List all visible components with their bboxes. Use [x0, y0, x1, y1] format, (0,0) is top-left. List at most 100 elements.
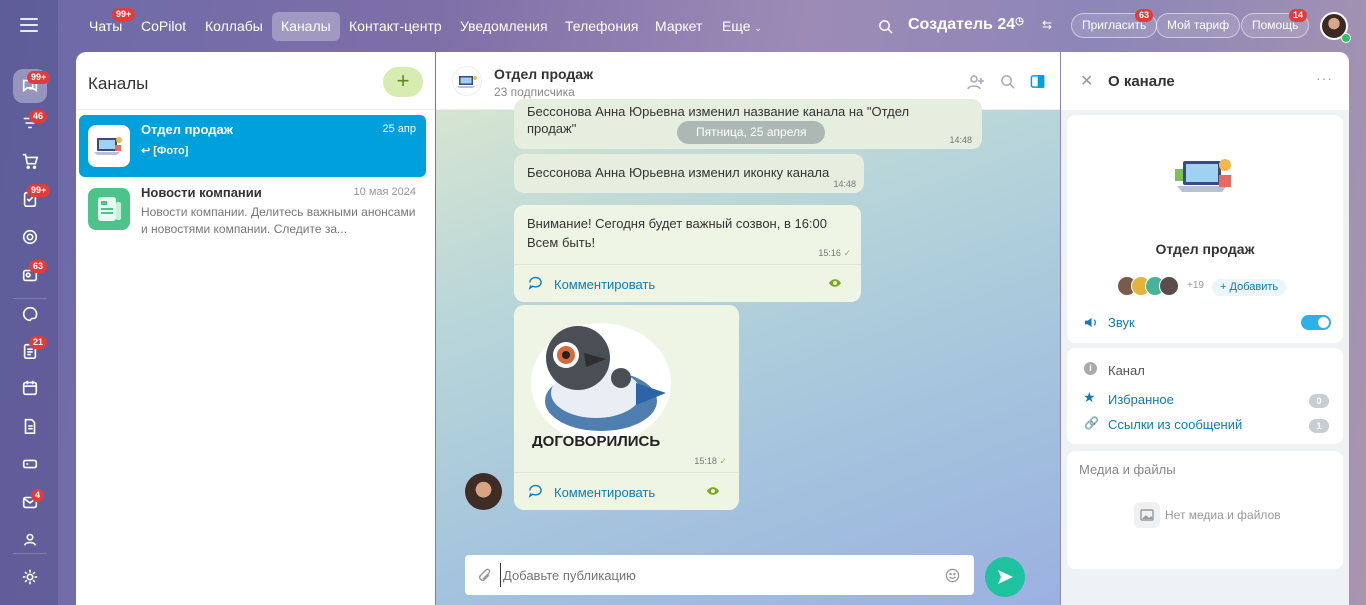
channel-avatar	[88, 188, 130, 230]
laptop-illustration-icon	[457, 76, 477, 88]
date-pill: Пятница, 25 апреля	[677, 121, 826, 144]
nav-market[interactable]: Маркет	[646, 12, 711, 41]
nav-more[interactable]: Еще ⌄	[713, 12, 771, 41]
rail-settings[interactable]	[13, 560, 47, 594]
nav-copilot[interactable]: CoPilot	[132, 12, 195, 41]
rail-team[interactable]	[13, 522, 47, 556]
system-message: Бессонова Анна Юрьевна изменил иконку ка…	[514, 154, 864, 193]
message-time: 14:48	[833, 179, 856, 189]
nav-channels[interactable]: Каналы	[272, 12, 340, 41]
author-avatar[interactable]	[465, 473, 502, 510]
channel-preview: ↩ [Фото]	[141, 143, 419, 160]
rail-crm[interactable]: 63	[13, 258, 48, 292]
rail-mail[interactable]: 4	[13, 485, 47, 519]
rail-badge: 99+	[27, 71, 51, 84]
chat-title: Отдел продаж	[494, 66, 593, 82]
cart-icon	[22, 153, 39, 170]
search-icon[interactable]	[1000, 74, 1015, 89]
info-title: О канале	[1108, 73, 1175, 90]
rail-tasks[interactable]: 99+	[13, 182, 51, 216]
brand-number: 24	[997, 16, 1016, 33]
channel-avatar	[88, 125, 130, 167]
channel-name: Новости компании	[141, 185, 262, 200]
rail-files[interactable]	[13, 409, 47, 443]
message-time: 15:18 ✓	[694, 456, 727, 467]
menu-icon[interactable]	[20, 18, 38, 32]
gear-icon	[22, 569, 38, 585]
nav-telephony[interactable]: Телефония	[556, 12, 647, 41]
team-icon	[23, 533, 37, 546]
nav-collabs[interactable]: Коллабы	[196, 12, 272, 41]
palette-icon	[22, 306, 38, 322]
channel-item-sales[interactable]: Отдел продаж 25 апр ↩ [Фото]	[79, 115, 426, 177]
emoji-icon[interactable]	[945, 568, 960, 583]
channel-preview-text: [Фото]	[153, 145, 189, 157]
search-icon[interactable]	[878, 19, 893, 34]
channel-name: Отдел продаж	[141, 122, 233, 137]
favorites-link[interactable]: Избранное	[1108, 392, 1174, 407]
message-line: Внимание! Сегодня будет важный созвон, в…	[527, 216, 828, 231]
channel-list-title: Каналы	[88, 74, 149, 93]
plus-icon: +	[1220, 281, 1227, 293]
add-user-icon[interactable]	[967, 74, 985, 90]
brand-logo: Создатель 24◷	[908, 16, 1024, 34]
composer-input[interactable]	[500, 563, 930, 587]
laptop-illustration-icon	[94, 137, 122, 155]
top-nav: Чаты 99+ CoPilot Коллабы Каналы Контакт-…	[58, 0, 1366, 52]
rail-target[interactable]	[13, 220, 47, 254]
sticker-message: ДОГОВОРИЛИСЬ 15:18 ✓ Комментировать	[514, 305, 739, 510]
avatar	[1159, 276, 1179, 296]
channel-item-news[interactable]: Новости компании 10 мая 2024 Новости ком…	[79, 178, 426, 240]
nav-label: Контакт-центр	[349, 18, 442, 34]
channel-date: 25 апр	[382, 123, 416, 135]
swap-icon[interactable]: ⇆	[1042, 18, 1052, 32]
members-more-count: +19	[1187, 280, 1204, 291]
link-icon: 🔗	[1084, 416, 1099, 430]
send-icon	[998, 570, 1013, 584]
rail-drive[interactable]	[13, 447, 47, 481]
media-card: Медиа и файлы Нет медиа и файлов	[1067, 451, 1343, 569]
brand-text: Создатель	[908, 16, 993, 33]
more-icon[interactable]: ···	[1316, 70, 1333, 86]
paperclip-icon[interactable]	[478, 568, 492, 583]
channel-info-panel: ✕ О канале ··· Отдел продаж +19 + Добави…	[1061, 52, 1349, 605]
channel-links-card: i Канал ★ Избранное 0 🔗 Ссылки из сообще…	[1067, 348, 1343, 444]
channel-date: 10 мая 2024	[353, 186, 416, 198]
left-rail: 99+ 46 99+ 63 21 4	[0, 0, 58, 605]
nav-notifications[interactable]: Уведомления	[451, 12, 557, 41]
close-icon[interactable]: ✕	[1080, 71, 1093, 91]
rail-palette[interactable]	[13, 297, 47, 331]
tariff-button[interactable]: Мой тариф	[1156, 13, 1241, 38]
rail-feed[interactable]: 46	[13, 106, 48, 140]
star-icon: ★	[1083, 389, 1096, 405]
message-time: 15:16 ✓	[818, 248, 851, 259]
reply-icon: ↩	[141, 145, 151, 157]
comment-button[interactable]: Комментировать	[514, 264, 861, 302]
sidebar-toggle-icon[interactable]	[1030, 74, 1045, 89]
sound-toggle[interactable]	[1301, 315, 1331, 330]
comment-button[interactable]: Комментировать	[514, 472, 739, 510]
rail-calendar[interactable]	[13, 371, 47, 405]
rail-chats[interactable]: 99+	[13, 69, 51, 103]
add-channel-button[interactable]: +	[383, 67, 423, 97]
speaker-icon	[1085, 317, 1096, 328]
message-time-text: 15:18	[694, 456, 717, 466]
nav-label: Еще	[722, 18, 751, 34]
comment-label: Комментировать	[554, 485, 656, 500]
rail-badge: 99+	[27, 184, 51, 197]
eye-icon	[707, 487, 719, 495]
add-member-button[interactable]: + Добавить	[1212, 279, 1287, 296]
calendar-icon	[22, 380, 38, 396]
nav-contact-center[interactable]: Контакт-центр	[340, 12, 451, 41]
check-icon: ✓	[843, 248, 851, 258]
no-media-text: Нет медиа и файлов	[1165, 508, 1281, 522]
rail-badge: 46	[29, 110, 48, 123]
nav-label: CoPilot	[141, 18, 187, 34]
rail-shop[interactable]	[13, 144, 47, 178]
nav-label: Телефония	[565, 18, 639, 34]
toggle-knob	[1318, 317, 1329, 328]
links-link[interactable]: Ссылки из сообщений	[1108, 417, 1242, 432]
rail-docs[interactable]: 21	[13, 334, 48, 368]
favorites-count: 0	[1309, 394, 1329, 408]
send-button[interactable]	[985, 557, 1025, 597]
